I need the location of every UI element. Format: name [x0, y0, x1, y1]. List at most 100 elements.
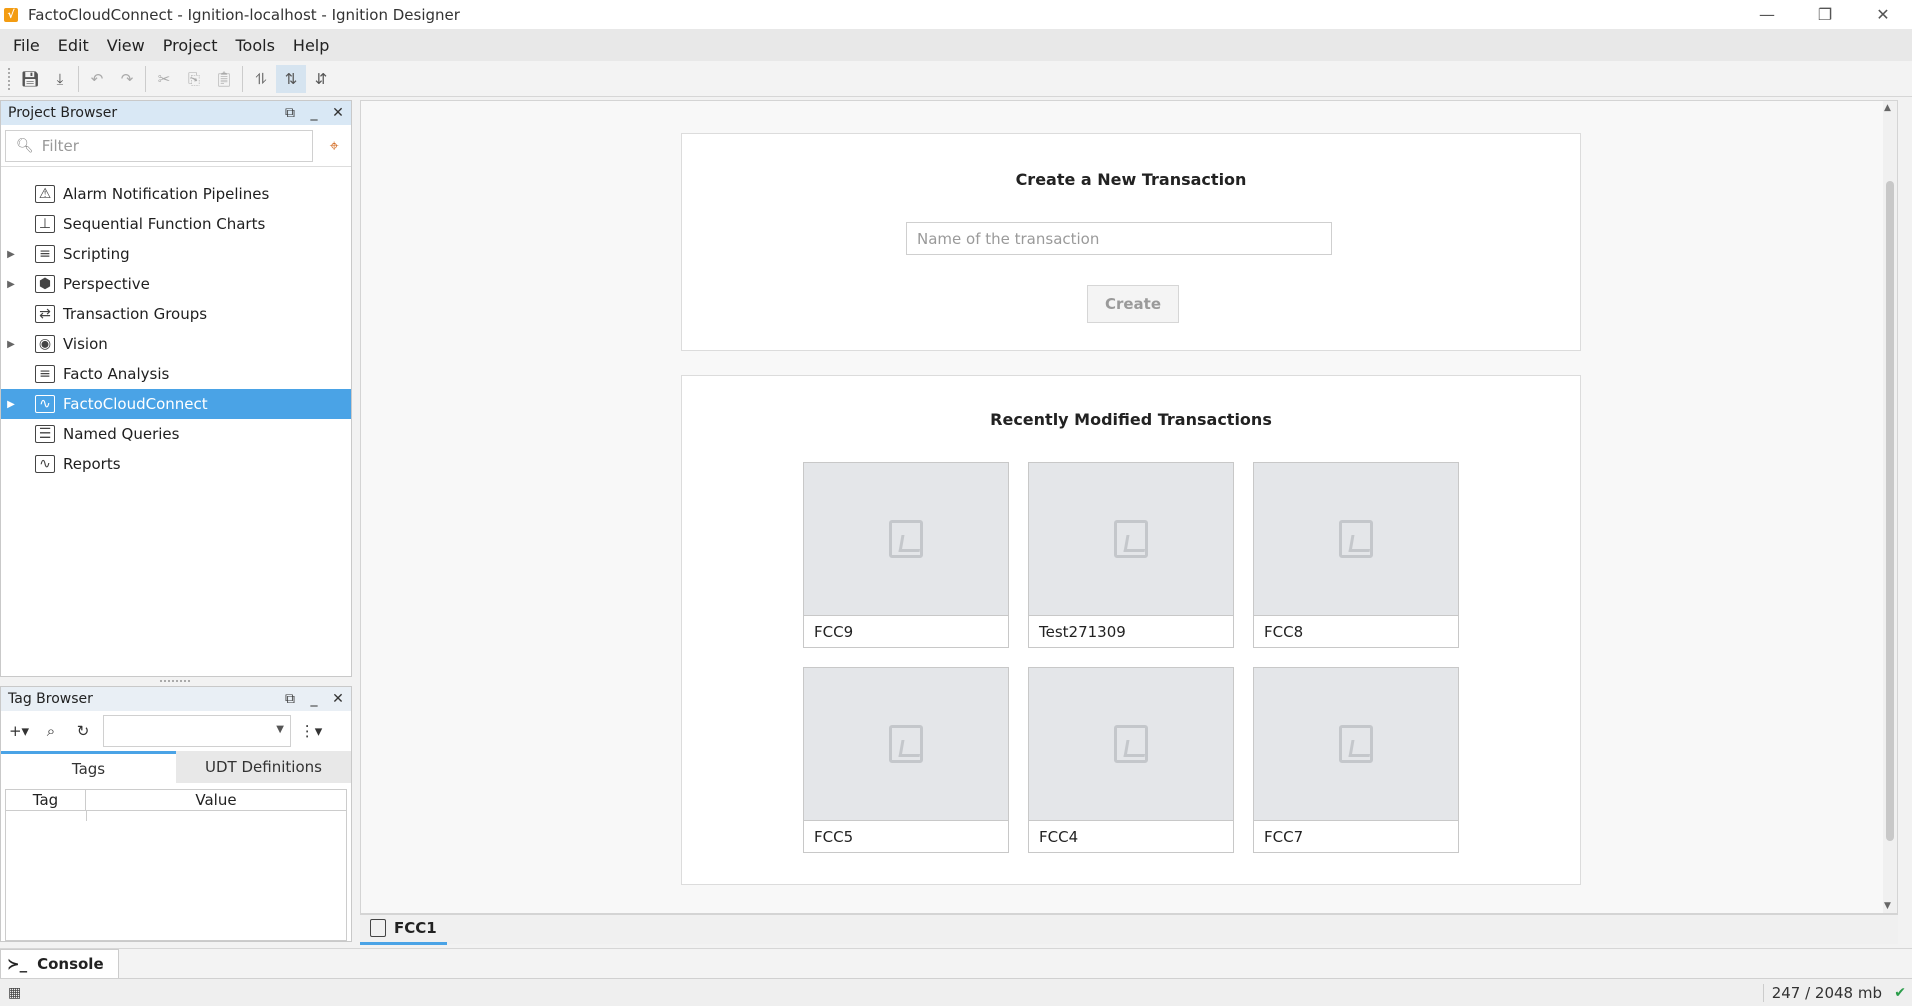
tree-item-alarm-notification-pipelines[interactable]: ⚠ Alarm Notification Pipelines — [1, 179, 351, 209]
tree-item-named-queries[interactable]: ☰ Named Queries — [1, 419, 351, 449]
close-panel-icon[interactable]: ✕ — [329, 691, 347, 707]
memory-usage: 247 / 2048 mb — [1762, 983, 1882, 1002]
ignition-icon: √ — [4, 7, 18, 22]
tree-item-reports[interactable]: ∿ Reports — [1, 449, 351, 479]
float-icon[interactable]: ⧉ — [281, 105, 299, 121]
minimize-icon[interactable]: — — [1738, 0, 1796, 29]
tree-item-scripting[interactable]: ▶ ≡ Scripting — [1, 239, 351, 269]
tree-item-transaction-groups[interactable]: ⇄ Transaction Groups — [1, 299, 351, 329]
refresh-icon[interactable]: ↻ — [71, 719, 95, 743]
panel-splitter[interactable] — [160, 680, 190, 684]
tree-item-label: Reports — [63, 455, 121, 473]
close-icon[interactable]: ✕ — [1854, 0, 1912, 29]
transaction-tile[interactable]: FCC7 — [1253, 667, 1459, 853]
close-panel-icon[interactable]: ✕ — [329, 105, 347, 121]
connected-icon: ✔ — [1894, 984, 1906, 1001]
tag-toolbar: +▾ ⌕ ↻ ▼ ⋮▾ — [1, 711, 351, 751]
menu-view[interactable]: View — [98, 36, 154, 55]
tree-item-sequential-function-charts[interactable]: ⊥ Sequential Function Charts — [1, 209, 351, 239]
comm-read-write-icon[interactable]: ⇅ — [276, 64, 306, 93]
undo-icon[interactable]: ↶ — [82, 65, 112, 93]
console-tab[interactable]: ≻_ Console — [0, 948, 119, 979]
add-tag-icon[interactable]: +▾ — [7, 719, 31, 743]
tree-item-factocloudconnect[interactable]: ▶ ∿ FactoCloudConnect — [1, 389, 351, 419]
filter-row: 🔍︎ Filter ⌖ — [1, 125, 351, 167]
tag-table-header: Tag Value — [5, 789, 347, 811]
window-title: FactoCloudConnect - Ignition-localhost -… — [28, 5, 460, 24]
tree-item-label: Vision — [63, 335, 108, 353]
tab-fcc1[interactable]: FCC1 — [360, 915, 447, 945]
save-all-icon[interactable]: ⤓ — [45, 65, 75, 93]
paste-icon[interactable]: 📋︎ — [209, 65, 239, 93]
tree-item-vision[interactable]: ▶ ◉ Vision — [1, 329, 351, 359]
transaction-groups-icon: ⇄ — [35, 305, 55, 323]
expand-icon[interactable]: ▶ — [1, 399, 21, 410]
transaction-tile[interactable]: Test271309 — [1028, 462, 1234, 648]
scroll-down-icon[interactable]: ▼ — [1884, 901, 1891, 911]
redo-icon[interactable]: ↷ — [112, 65, 142, 93]
minimize-panel-icon[interactable]: _ — [305, 691, 323, 707]
menu-tools[interactable]: Tools — [226, 36, 283, 55]
save-icon[interactable]: 💾︎ — [15, 65, 45, 93]
tag-provider-select[interactable]: ▼ — [103, 715, 291, 747]
vertical-scrollbar[interactable]: ▲ ▼ — [1883, 101, 1897, 913]
transaction-tile[interactable]: FCC8 — [1253, 462, 1459, 648]
transaction-tile[interactable]: FCC5 — [803, 667, 1009, 853]
tag-table-body — [5, 811, 347, 941]
more-options-icon[interactable]: ⋮▾ — [299, 719, 323, 743]
transaction-tile[interactable]: FCC4 — [1028, 667, 1234, 853]
doc-tab-label: FCC1 — [394, 919, 437, 937]
minimize-panel-icon[interactable]: _ — [305, 105, 323, 121]
tree-item-facto-analysis[interactable]: ≡ Facto Analysis — [1, 359, 351, 389]
create-transaction-title: Create a New Transaction — [1015, 170, 1247, 189]
transaction-tile-label: Test271309 — [1039, 622, 1126, 641]
scrollbar-thumb[interactable] — [1886, 181, 1894, 841]
menu-bar: File Edit View Project Tools Help — [0, 29, 1912, 61]
panel-title: Tag Browser — [8, 691, 93, 707]
scroll-up-icon[interactable]: ▲ — [1884, 103, 1891, 113]
disconnect-icon[interactable]: ⥮ — [246, 65, 276, 93]
create-button[interactable]: Create — [1087, 285, 1179, 323]
transaction-name-input[interactable] — [906, 222, 1332, 255]
report-icon: ∿ — [35, 455, 55, 473]
toolbar: 💾︎ ⤓ ↶ ↷ ✂ ⎘ 📋︎ ⥮ ⇅ ⇵ — [0, 61, 1912, 97]
cut-icon[interactable]: ✂ — [149, 65, 179, 93]
chevron-down-icon: ▼ — [276, 724, 284, 735]
float-icon[interactable]: ⧉ — [281, 691, 299, 707]
toolbar-grip[interactable] — [8, 67, 11, 90]
expand-icon[interactable]: ▶ — [1, 249, 21, 260]
perspective-icon: ⬢ — [35, 275, 55, 293]
transaction-document-icon — [1339, 725, 1373, 763]
column-value[interactable]: Value — [86, 790, 346, 810]
transaction-tile[interactable]: FCC9 — [803, 462, 1009, 648]
script-icon: ≡ — [35, 245, 55, 263]
filter-input[interactable]: 🔍︎ Filter — [5, 129, 314, 162]
document-icon: ≡ — [35, 365, 55, 383]
locate-icon[interactable]: ⌖ — [321, 133, 347, 159]
toolbar-divider — [145, 65, 146, 92]
project-browser-panel: Project Browser ⧉ _ ✕ 🔍︎ Filter ⌖ ⚠ Alar… — [0, 100, 352, 677]
menu-help[interactable]: Help — [284, 36, 338, 55]
tab-udt-definitions[interactable]: UDT Definitions — [176, 751, 351, 783]
search-icon[interactable]: ⌕ — [39, 719, 63, 743]
column-tag[interactable]: Tag — [6, 790, 86, 810]
menu-edit[interactable]: Edit — [49, 36, 98, 55]
tree-item-label: Alarm Notification Pipelines — [63, 185, 270, 203]
title-bar: √ FactoCloudConnect - Ignition-localhost… — [0, 0, 1912, 29]
tab-tags[interactable]: Tags — [1, 751, 176, 783]
tree-item-label: FactoCloudConnect — [63, 395, 208, 413]
tree-item-label: Sequential Function Charts — [63, 215, 266, 233]
restore-icon[interactable]: ❐ — [1796, 0, 1854, 29]
transaction-tile-label: FCC4 — [1039, 827, 1079, 846]
menu-project[interactable]: Project — [154, 36, 227, 55]
expand-icon[interactable]: ▶ — [1, 279, 21, 290]
transaction-document-icon — [889, 520, 923, 558]
toolbar-divider — [78, 65, 79, 92]
tree-item-perspective[interactable]: ▶ ⬢ Perspective — [1, 269, 351, 299]
comm-read-only-icon[interactable]: ⇵ — [306, 65, 336, 93]
expand-icon[interactable]: ▶ — [1, 339, 21, 350]
copy-icon[interactable]: ⎘ — [179, 65, 209, 93]
grid-icon[interactable]: ▦ — [8, 985, 21, 1001]
menu-file[interactable]: File — [4, 36, 49, 55]
sfc-icon: ⊥ — [35, 215, 55, 233]
